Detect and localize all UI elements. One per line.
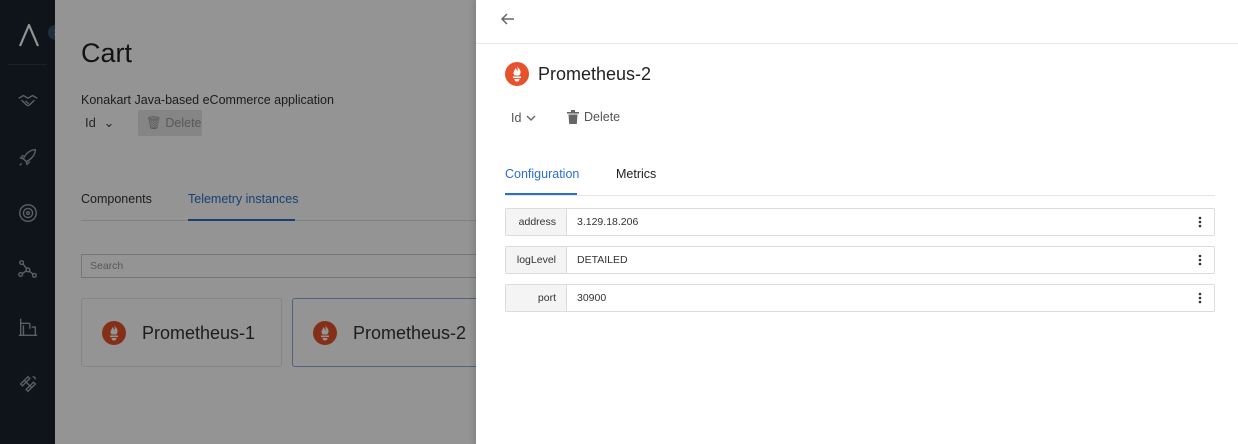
id-label: Id: [511, 111, 522, 125]
property-key: logLevel: [506, 247, 567, 273]
tabs-divider: [505, 195, 1215, 196]
delete-label: Delete: [584, 110, 621, 124]
tab-metrics[interactable]: Metrics: [616, 167, 656, 181]
chevron-down-icon: [526, 115, 536, 121]
drawer-header-divider: [476, 43, 1238, 44]
property-value[interactable]: DETAILED: [567, 247, 1186, 273]
property-value[interactable]: 30900: [567, 285, 1186, 311]
modal-backdrop[interactable]: [0, 0, 476, 444]
property-row-address: address 3.129.18.206: [505, 208, 1215, 236]
tab-configuration[interactable]: Configuration: [505, 167, 579, 181]
property-row-port: port 30900: [505, 284, 1215, 312]
drawer-title: Prometheus-2: [538, 64, 652, 84]
more-vertical-icon[interactable]: [1186, 247, 1214, 273]
property-key: port: [506, 285, 567, 311]
trash-icon: [567, 110, 579, 124]
more-vertical-icon[interactable]: [1186, 209, 1214, 235]
property-key: address: [506, 209, 567, 235]
delete-button[interactable]: Delete: [567, 110, 620, 124]
active-tab-indicator: [505, 193, 577, 195]
more-vertical-icon[interactable]: [1186, 285, 1214, 311]
back-arrow-icon[interactable]: [499, 10, 517, 28]
property-value[interactable]: 3.129.18.206: [567, 209, 1186, 235]
property-row-loglevel: logLevel DETAILED: [505, 246, 1215, 274]
details-drawer: Prometheus-2 Id Delete Configuration Met…: [476, 0, 1238, 444]
id-dropdown[interactable]: Id: [511, 111, 537, 125]
prometheus-icon: [505, 62, 529, 86]
